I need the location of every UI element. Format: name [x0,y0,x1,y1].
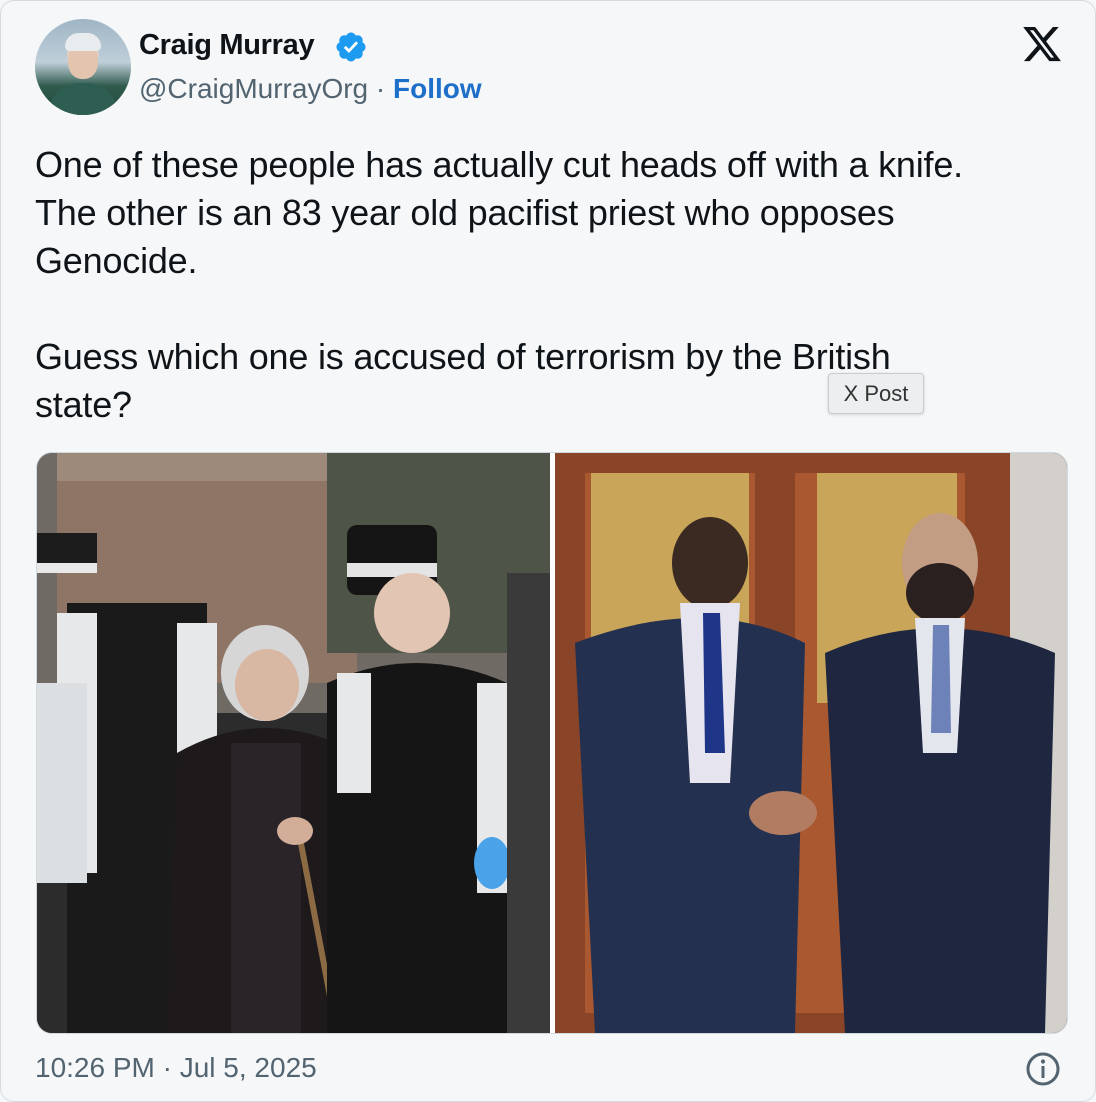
photo-handshake[interactable] [555,453,1067,1033]
author-name[interactable]: Craig Murray [139,29,315,62]
photo-handshake-illustration [555,453,1067,1033]
tweet-media[interactable] [36,452,1068,1034]
follow-button[interactable]: Follow [393,73,482,104]
timestamp[interactable]: 10:26 PM · Jul 5, 2025 [35,1052,317,1084]
tooltip-x-post: X Post [828,373,924,414]
tweet-card: Craig Murray @CraigMurrayOrg · Follow On… [0,0,1096,1102]
verified-badge-icon [336,32,366,62]
info-icon[interactable] [1025,1051,1061,1087]
separator-dot: · [375,73,386,104]
avatar-hair [65,33,101,51]
x-logo-icon[interactable] [1019,23,1065,65]
author-handle[interactable]: @CraigMurrayOrg [139,73,368,104]
avatar-shirt [49,83,117,115]
photo-police-arrest[interactable] [37,453,550,1033]
avatar[interactable] [35,19,131,115]
handle-row: @CraigMurrayOrg · Follow [139,73,482,105]
photo-police-arrest-illustration [37,453,550,1033]
